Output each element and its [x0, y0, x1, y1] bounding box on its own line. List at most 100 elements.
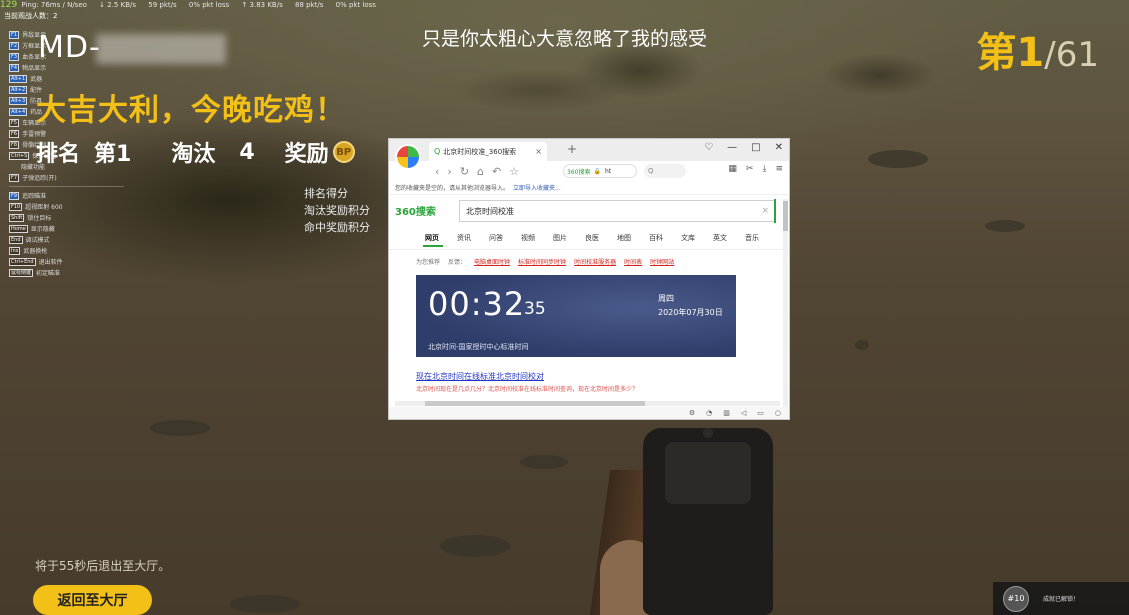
tab-video[interactable]: 视频: [521, 233, 535, 243]
suggest-feedback[interactable]: 反馈：: [448, 257, 466, 266]
reward-label: 奖励: [284, 142, 329, 167]
horizontal-scroll-thumb[interactable]: [425, 401, 645, 406]
net-stat: Ping: 76ms / N/seo: [21, 1, 87, 9]
hotkey-label: 退出软件: [38, 259, 63, 266]
input-focus-indicator: [774, 199, 776, 223]
total-players: /61: [1044, 35, 1099, 75]
tab-close-icon[interactable]: ×: [535, 147, 542, 156]
hotkey-item[interactable]: F10 超视距射 600: [9, 201, 129, 212]
tab-music[interactable]: 音乐: [745, 233, 759, 243]
return-to-lobby-button[interactable]: 返回至大厅: [33, 585, 152, 615]
trash-icon[interactable]: ▥: [723, 409, 730, 417]
window-controls: ♡ — □ ✕: [704, 142, 783, 153]
tab-baike[interactable]: 百科: [649, 233, 663, 243]
suggestion-link[interactable]: 标准时间同步时钟: [518, 257, 566, 266]
net-stat: 88 pkt/s: [294, 1, 324, 9]
infobar-text: 您的收藏夹是空的，请从其他浏览器导入。: [395, 185, 510, 192]
hotkey-key: Alt+2: [9, 85, 28, 94]
result-title-link[interactable]: 现在北京时间在线标准北京时间校对: [416, 371, 544, 382]
minimize-button[interactable]: —: [727, 142, 737, 153]
hotkey-item[interactable]: F7 子弹追踪(开): [9, 172, 129, 183]
refresh-icon[interactable]: ↻: [460, 165, 469, 178]
related-suggestions: 为您推荐 反馈： 电脑桌面时钟 标准时间同步时钟 时间校准服务器 时间表 时钟网…: [416, 257, 674, 266]
scrollbar-thumb[interactable]: [783, 201, 788, 231]
home-icon[interactable]: ⌂: [477, 165, 484, 178]
browser-tools: ▦ ✂ ⤓ ≡: [728, 164, 783, 174]
hotkey-item[interactable]: Home 显示隐藏: [9, 223, 129, 234]
download-icon[interactable]: ⤓: [762, 164, 766, 174]
final-rank: 第1: [976, 30, 1045, 76]
import-bookmarks-link[interactable]: 立即导入收藏夹...: [513, 183, 561, 192]
tab-title: 北京时间校准_360搜索: [443, 147, 517, 156]
achievement-notification[interactable]: #10 成就已解锁！: [993, 582, 1129, 615]
hotkey-item[interactable]: 鼠标侧键 初定瞄准: [9, 267, 129, 278]
clock-time: 00:32: [428, 285, 526, 323]
suggestion-link[interactable]: 电脑桌面时钟: [474, 257, 510, 266]
browser-statusbar: ⚙ ◔ ▥ ◁ ▭ ○: [389, 407, 789, 419]
tab-english[interactable]: 英文: [713, 233, 727, 243]
net-stat: 0% pkt loss: [188, 1, 230, 9]
suggestion-link[interactable]: 时钟网站: [650, 257, 674, 266]
360-search-logo[interactable]: 360搜索: [395, 203, 436, 218]
scissors-icon[interactable]: ✂: [746, 164, 754, 174]
screen-icon[interactable]: ▭: [757, 409, 764, 417]
score-line: 排名得分: [304, 187, 348, 200]
tab-images[interactable]: 图片: [553, 233, 567, 243]
bp-coin-icon: BP: [332, 141, 355, 163]
hotkey-key: Ctrl+End: [9, 257, 36, 266]
browser-titlebar[interactable]: Q 北京时间校准_360搜索 × + ♡ — □ ✕: [389, 139, 789, 170]
hotkey-item[interactable]: End 调试模式: [9, 234, 129, 245]
search-results-page: 360搜索 北京时间校准 × 网页 资讯 问答 视频 图片 良医 地图 百科 文…: [389, 195, 789, 419]
browser-tab[interactable]: Q 北京时间校准_360搜索 ×: [429, 142, 547, 161]
kills-value: 4: [239, 139, 255, 165]
exit-countdown: 将于55秒后退出至大厅。: [35, 559, 171, 573]
hotkey-item[interactable]: Ctrl+End 退出软件: [9, 256, 129, 267]
address-bar[interactable]: 360搜索 🔒 ht: [563, 164, 637, 178]
close-button[interactable]: ✕: [775, 142, 783, 153]
tab-map[interactable]: 地图: [617, 233, 631, 243]
search-input[interactable]: 北京时间校准 ×: [459, 200, 775, 222]
network-stats-bar: 129 Ping: 76ms / N/seo ↓ 2.5 KB/s 59 pkt…: [0, 0, 380, 10]
hotkey-item[interactable]: Ins 武器换枪: [9, 245, 129, 256]
maximize-button[interactable]: □: [751, 142, 760, 153]
undo-icon[interactable]: ↶: [492, 165, 501, 178]
final-rank-badge: 第1/61: [976, 20, 1099, 78]
back-icon[interactable]: ‹: [435, 165, 439, 178]
hotkey-key: Alt+4: [9, 107, 28, 116]
apps-grid-icon[interactable]: ▦: [728, 164, 737, 174]
hotkey-item[interactable]: Alt+1 武器: [9, 73, 129, 84]
tab-doctor[interactable]: 良医: [585, 233, 599, 243]
suggestion-link[interactable]: 时间校准服务器: [574, 257, 616, 266]
hotkey-label: 初定瞄准: [36, 270, 61, 277]
browser-window[interactable]: Q 北京时间校准_360搜索 × + ♡ — □ ✕ ‹ › ↻ ⌂ ↶ ☆ 3…: [388, 138, 790, 420]
speed-icon[interactable]: ◔: [706, 409, 712, 417]
suggest-prefix: 为您推荐: [416, 259, 441, 266]
360-browser-logo-icon[interactable]: [395, 144, 421, 170]
horizontal-scrollbar[interactable]: [395, 401, 780, 406]
clear-search-icon[interactable]: ×: [761, 206, 769, 216]
clock-date: 2020年07月30日: [658, 308, 723, 317]
extensions-icon[interactable]: ⚙: [689, 409, 695, 417]
browser-navbar: ‹ › ↻ ⌂ ↶ ☆ 360搜索 🔒 ht Q ▦ ✂ ⤓ ≡: [389, 161, 789, 181]
hotkey-item[interactable]: F9 追踪瞄准: [9, 190, 129, 201]
suggestion-link[interactable]: 时间表: [624, 257, 642, 266]
vertical-scrollbar[interactable]: [774, 199, 788, 419]
sound-icon[interactable]: ◁: [741, 409, 746, 417]
new-tab-button[interactable]: +: [567, 142, 577, 156]
forward-icon[interactable]: ›: [447, 165, 451, 178]
hotkey-divider: [9, 186, 124, 187]
rank-value: 第1: [94, 142, 132, 167]
toolbar-search-box[interactable]: Q: [644, 164, 686, 178]
zoom-search-icon[interactable]: ○: [775, 409, 781, 417]
hotkey-key: F5: [9, 118, 20, 127]
tab-wenku[interactable]: 文库: [681, 233, 695, 243]
skin-icon[interactable]: ♡: [704, 142, 713, 153]
tab-qa[interactable]: 问答: [489, 233, 503, 243]
hotkey-item[interactable]: Shift 锁住目标: [9, 212, 129, 223]
net-stat: ↑ 3.83 KB/s: [241, 1, 283, 9]
hotkey-key: Shift: [9, 213, 25, 222]
tab-web[interactable]: 网页: [425, 233, 439, 243]
tab-news[interactable]: 资讯: [457, 233, 471, 243]
menu-icon[interactable]: ≡: [775, 164, 783, 174]
favorite-star-icon[interactable]: ☆: [509, 165, 519, 178]
